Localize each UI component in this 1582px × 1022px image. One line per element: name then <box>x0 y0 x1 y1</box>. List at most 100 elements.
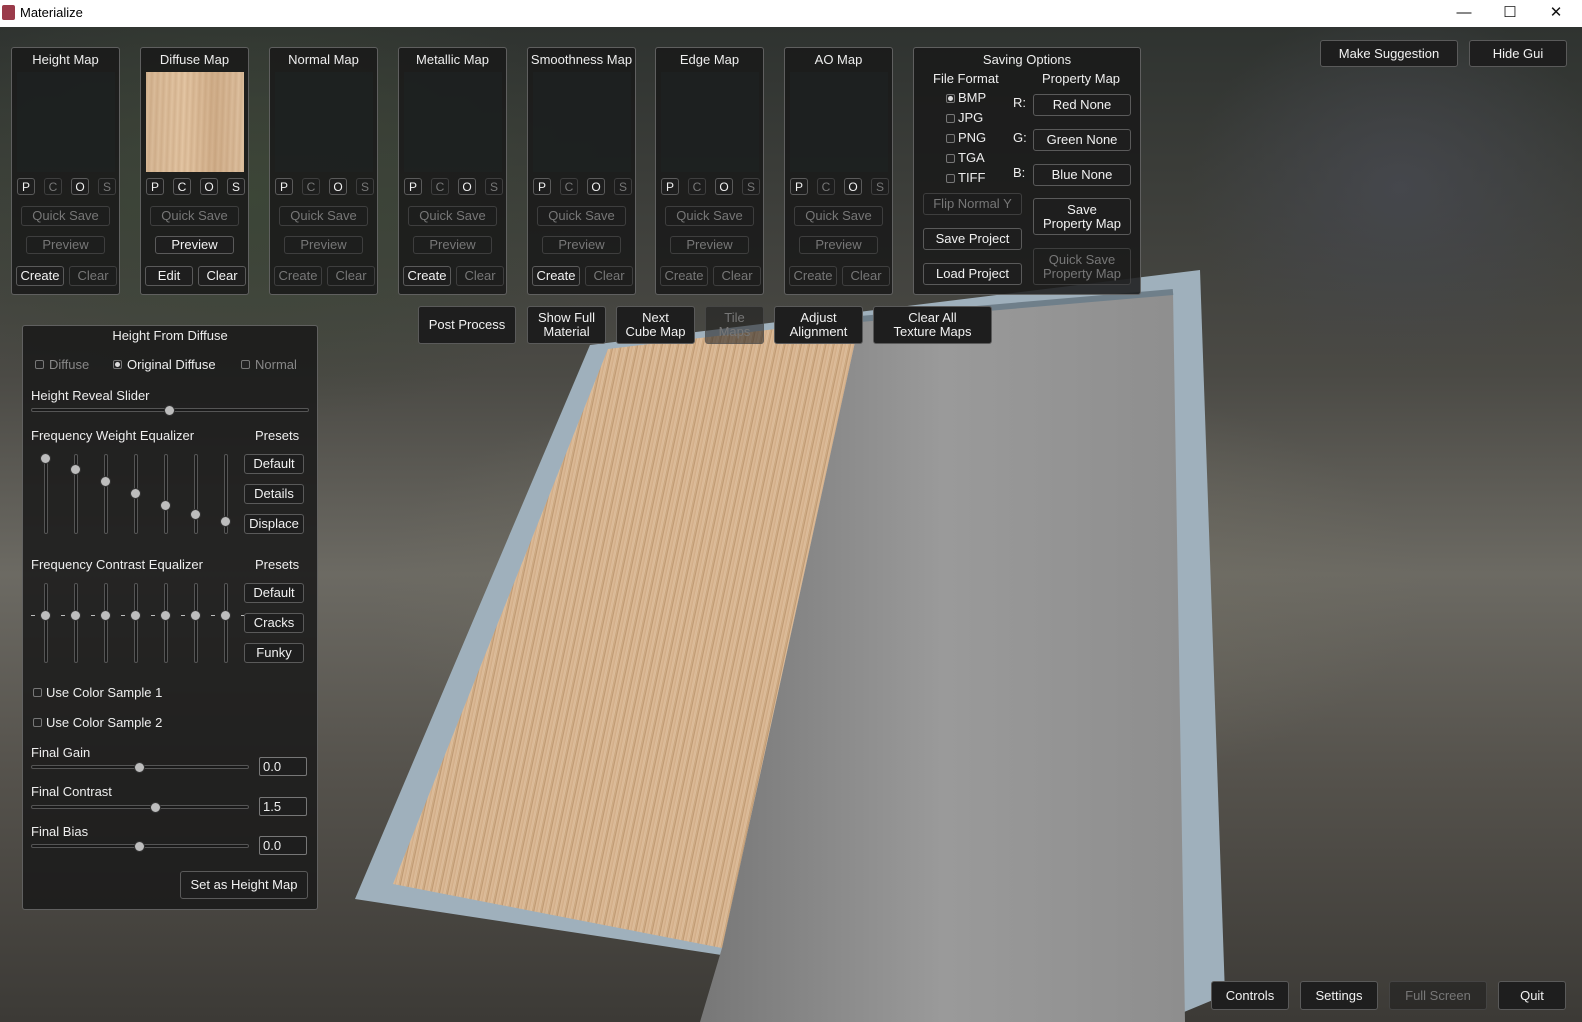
metallic-map-preview-button[interactable]: Preview <box>413 236 492 254</box>
final-contrast-field[interactable]: 1.5 <box>259 797 307 816</box>
freq-weight-slider-5[interactable] <box>194 454 198 534</box>
ao-map-thumbnail[interactable] <box>790 72 888 172</box>
weight-preset-displace-button[interactable]: Displace <box>244 514 304 534</box>
height-reveal-knob[interactable] <box>164 405 175 416</box>
freq-weight-slider-0[interactable] <box>44 454 48 534</box>
controls-button[interactable]: Controls <box>1211 981 1289 1010</box>
ao-map-clear-button[interactable]: Clear <box>842 266 890 286</box>
ao-map-p-button[interactable]: P <box>790 178 808 195</box>
freq-contrast-knob-6[interactable] <box>220 610 231 621</box>
format-tga-radio[interactable] <box>946 154 955 163</box>
clear-all-texture-maps-button[interactable]: Clear All Texture Maps <box>873 306 992 344</box>
diffuse-map-preview-button[interactable]: Preview <box>155 236 234 254</box>
diffuse-map-s-button[interactable]: S <box>227 178 245 195</box>
source-0-radio[interactable] <box>35 360 44 369</box>
freq-contrast-knob-0[interactable] <box>40 610 51 621</box>
freq-contrast-slider-5[interactable] <box>194 583 198 663</box>
close-icon[interactable]: ✕ <box>1533 0 1579 27</box>
smoothness-map-thumbnail[interactable] <box>533 72 631 172</box>
source-2-radio[interactable] <box>241 360 250 369</box>
diffuse-map-clear-button[interactable]: Clear <box>198 266 246 286</box>
diffuse-map-c-button[interactable]: C <box>173 178 191 195</box>
show-full-material-button[interactable]: Show Full Material <box>527 306 606 344</box>
height-map-clear-button[interactable]: Clear <box>69 266 117 286</box>
ao-map-s-button[interactable]: S <box>871 178 889 195</box>
diffuse-map-o-button[interactable]: O <box>200 178 218 195</box>
weight-preset-default-button[interactable]: Default <box>244 454 304 474</box>
smoothness-map-create-button[interactable]: Create <box>532 266 580 286</box>
edge-map-s-button[interactable]: S <box>742 178 760 195</box>
edge-map-p-button[interactable]: P <box>661 178 679 195</box>
height-map-p-button[interactable]: P <box>17 178 35 195</box>
ao-map-c-button[interactable]: C <box>817 178 835 195</box>
full-screen-button[interactable]: Full Screen <box>1389 981 1487 1010</box>
freq-contrast-slider-0[interactable] <box>44 583 48 663</box>
use-color-sample-2-checkbox[interactable] <box>33 718 42 727</box>
contrast-preset-funky-button[interactable]: Funky <box>244 643 304 663</box>
freq-weight-slider-2[interactable] <box>104 454 108 534</box>
metallic-map-create-button[interactable]: Create <box>403 266 451 286</box>
metallic-map-thumbnail[interactable] <box>404 72 502 172</box>
channel-0-select[interactable]: Red None <box>1033 94 1131 116</box>
freq-contrast-slider-3[interactable] <box>134 583 138 663</box>
freq-weight-knob-0[interactable] <box>40 453 51 464</box>
freq-contrast-knob-4[interactable] <box>160 610 171 621</box>
save-project-button[interactable]: Save Project <box>923 228 1022 250</box>
metallic-map-quick-save-button[interactable]: Quick Save <box>408 206 497 226</box>
metallic-map-clear-button[interactable]: Clear <box>456 266 504 286</box>
ao-map-o-button[interactable]: O <box>844 178 862 195</box>
weight-preset-details-button[interactable]: Details <box>244 484 304 504</box>
final-bias-knob[interactable] <box>134 841 145 852</box>
freq-contrast-slider-2[interactable] <box>104 583 108 663</box>
height-map-thumbnail[interactable] <box>17 72 115 172</box>
metallic-map-c-button[interactable]: C <box>431 178 449 195</box>
normal-map-clear-button[interactable]: Clear <box>327 266 375 286</box>
height-map-preview-button[interactable]: Preview <box>26 236 105 254</box>
format-jpg-radio[interactable] <box>946 114 955 123</box>
smoothness-map-c-button[interactable]: C <box>560 178 578 195</box>
flip-normal-y-button[interactable]: Flip Normal Y <box>923 193 1022 215</box>
quit-button[interactable]: Quit <box>1498 981 1566 1010</box>
freq-contrast-slider-6[interactable] <box>224 583 228 663</box>
edge-map-clear-button[interactable]: Clear <box>713 266 761 286</box>
normal-map-create-button[interactable]: Create <box>274 266 322 286</box>
format-png-radio[interactable] <box>946 134 955 143</box>
channel-1-select[interactable]: Green None <box>1033 129 1131 151</box>
metallic-map-p-button[interactable]: P <box>404 178 422 195</box>
smoothness-map-quick-save-button[interactable]: Quick Save <box>537 206 626 226</box>
contrast-preset-cracks-button[interactable]: Cracks <box>244 613 304 633</box>
final-gain-knob[interactable] <box>134 762 145 773</box>
format-bmp-radio[interactable] <box>946 94 955 103</box>
smoothness-map-s-button[interactable]: S <box>614 178 632 195</box>
final-contrast-knob[interactable] <box>150 802 161 813</box>
make-suggestion-button[interactable]: Make Suggestion <box>1320 40 1458 67</box>
freq-contrast-knob-3[interactable] <box>130 610 141 621</box>
freq-contrast-slider-1[interactable] <box>74 583 78 663</box>
freq-weight-knob-5[interactable] <box>190 509 201 520</box>
settings-button[interactable]: Settings <box>1300 981 1378 1010</box>
height-map-o-button[interactable]: O <box>71 178 89 195</box>
minimize-icon[interactable]: — <box>1441 0 1487 27</box>
diffuse-map-edit-button[interactable]: Edit <box>145 266 193 286</box>
height-map-s-button[interactable]: S <box>98 178 116 195</box>
height-map-c-button[interactable]: C <box>44 178 62 195</box>
height-map-quick-save-button[interactable]: Quick Save <box>21 206 110 226</box>
height-map-create-button[interactable]: Create <box>16 266 64 286</box>
freq-weight-knob-6[interactable] <box>220 516 231 527</box>
diffuse-map-quick-save-button[interactable]: Quick Save <box>150 206 239 226</box>
final-contrast-slider[interactable] <box>31 805 249 809</box>
edge-map-c-button[interactable]: C <box>688 178 706 195</box>
channel-2-select[interactable]: Blue None <box>1033 164 1131 186</box>
next-cube-map-button[interactable]: Next Cube Map <box>616 306 695 344</box>
metallic-map-o-button[interactable]: O <box>458 178 476 195</box>
metallic-map-s-button[interactable]: S <box>485 178 503 195</box>
tile-maps-button[interactable]: Tile Maps <box>705 306 764 344</box>
adjust-alignment-button[interactable]: Adjust Alignment <box>774 306 863 344</box>
edge-map-thumbnail[interactable] <box>661 72 759 172</box>
freq-contrast-knob-5[interactable] <box>190 610 201 621</box>
smoothness-map-o-button[interactable]: O <box>587 178 605 195</box>
post-process-button[interactable]: Post Process <box>418 306 516 344</box>
final-bias-field[interactable]: 0.0 <box>259 836 307 855</box>
ao-map-preview-button[interactable]: Preview <box>799 236 878 254</box>
ao-map-quick-save-button[interactable]: Quick Save <box>794 206 883 226</box>
